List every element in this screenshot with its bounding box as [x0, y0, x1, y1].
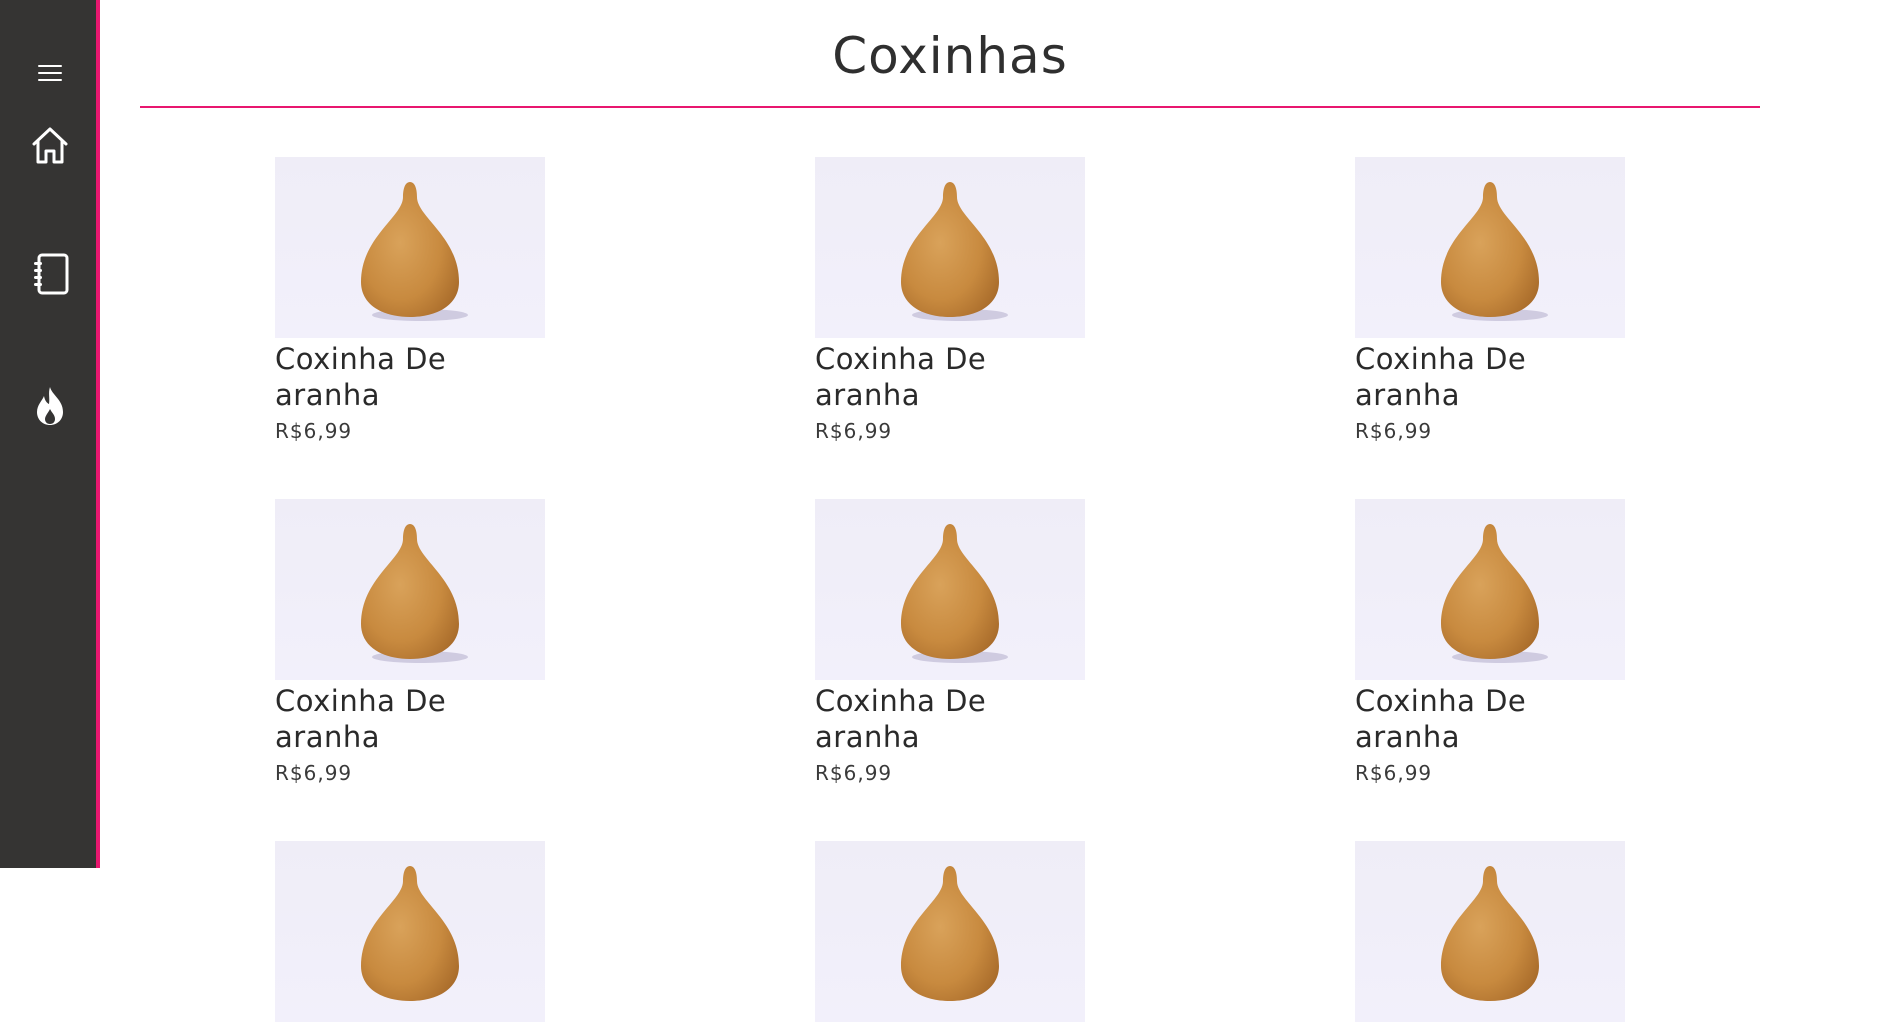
product-name: Coxinha De aranha	[815, 684, 987, 754]
product-card[interactable]	[815, 841, 1085, 1022]
product-card[interactable]: Coxinha De aranha R$6,99	[815, 157, 1085, 443]
product-card[interactable]	[1355, 841, 1625, 1022]
product-image	[275, 841, 545, 1022]
menu-button[interactable]	[0, 52, 100, 94]
product-card[interactable]: Coxinha De aranha R$6,99	[275, 157, 545, 443]
product-name: Coxinha De aranha	[1355, 342, 1527, 412]
product-price: R$6,99	[815, 419, 893, 443]
main-content: Coxinhas Coxinha De aranha R$6,99 Coxinh…	[104, 0, 1896, 1022]
product-card[interactable]: Coxinha De aranha R$6,99	[275, 499, 545, 785]
product-image	[275, 157, 545, 338]
sidebar	[0, 0, 100, 868]
product-image	[1355, 499, 1625, 680]
page-title: Coxinhas	[832, 27, 1068, 85]
flame-icon	[33, 385, 67, 427]
home-icon	[31, 126, 69, 166]
product-card[interactable]: Coxinha De aranha R$6,99	[1355, 157, 1625, 443]
product-card[interactable]: Coxinha De aranha R$6,99	[815, 499, 1085, 785]
title-divider	[140, 106, 1760, 108]
product-image	[815, 157, 1085, 338]
product-price: R$6,99	[275, 419, 353, 443]
product-name: Coxinha De aranha	[1355, 684, 1527, 754]
product-image	[815, 499, 1085, 680]
home-button[interactable]	[0, 120, 100, 172]
product-name: Coxinha De aranha	[275, 342, 447, 412]
product-image	[275, 499, 545, 680]
product-image	[1355, 841, 1625, 1022]
product-price: R$6,99	[275, 761, 353, 785]
product-price: R$6,99	[815, 761, 893, 785]
product-name: Coxinha De aranha	[275, 684, 447, 754]
notebook-icon	[30, 252, 70, 296]
product-name: Coxinha De aranha	[815, 342, 987, 412]
menu-icon	[37, 63, 63, 83]
product-price: R$6,99	[1355, 761, 1433, 785]
product-image	[1355, 157, 1625, 338]
product-image	[815, 841, 1085, 1022]
product-card[interactable]	[275, 841, 545, 1022]
product-card[interactable]: Coxinha De aranha R$6,99	[1355, 499, 1625, 785]
product-price: R$6,99	[1355, 419, 1433, 443]
menu-book-button[interactable]	[0, 248, 100, 300]
hot-button[interactable]	[0, 380, 100, 432]
